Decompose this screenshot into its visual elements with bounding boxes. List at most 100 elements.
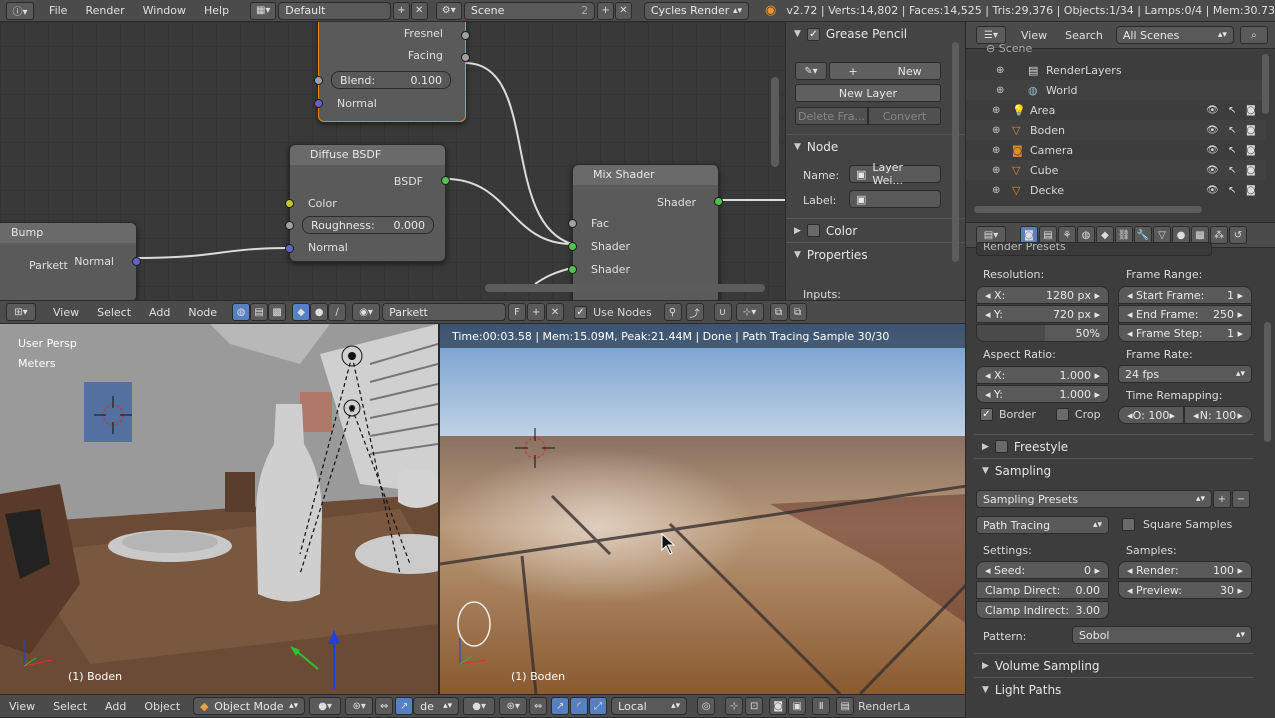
object-shader-icon[interactable]: ◆ [292, 303, 311, 321]
material-browse-icon[interactable]: ◉▾ [352, 303, 381, 321]
bump-title[interactable]: Bump [0, 223, 136, 243]
render-engine-select[interactable]: Cycles Render ▴▾ [643, 1, 750, 20]
mode-select-2[interactable]: de ▴▾ [413, 697, 460, 715]
outliner-item-name[interactable]: Camera [1030, 144, 1073, 157]
viewport-rendered[interactable]: Time:00:03.58 | Mem:15.09M, Peak:21.44M … [438, 324, 965, 694]
diffuse-bsdf-title[interactable]: Diffuse BSDF [290, 145, 445, 165]
pattern-select[interactable]: Sobol ▴▾ [1072, 626, 1252, 644]
outliner-row[interactable]: ⊕ ◙ Camera 👁 ↖ ◙ [966, 140, 1266, 160]
render-camera-icon[interactable]: ◙ [1246, 145, 1256, 156]
layer-weight-node[interactable]: Fresnel Facing Blend: 0.100 Normal [314, 22, 470, 122]
outliner-row[interactable]: ⊕ ◍ World [966, 80, 1266, 100]
expand-toggle-icon[interactable]: ⊕ [992, 105, 1000, 116]
render-presets-select[interactable]: Render Presets [976, 242, 1212, 256]
properties-scrollbar[interactable] [1264, 322, 1271, 442]
outliner-item-name[interactable]: RenderLayers [1046, 64, 1122, 77]
convert-button[interactable]: Convert [868, 107, 941, 125]
unlink-material-button[interactable]: ✕ [546, 303, 565, 321]
sampling-panel-header[interactable]: ▼ Sampling [974, 458, 1254, 482]
outliner-scene-row[interactable]: ⊖ Scene [986, 42, 1032, 58]
pivot-icon[interactable]: ⊛▾ [345, 697, 374, 715]
outliner-row[interactable]: ⊕ ▤ RenderLayers [966, 60, 1266, 80]
add-material-button[interactable]: + [527, 303, 546, 321]
linestyle-icon[interactable]: ∕ [328, 303, 347, 321]
shader-nodes-icon[interactable]: ◍ [232, 303, 251, 321]
view3d-menu-view[interactable]: View [0, 700, 44, 713]
orientation-select[interactable]: Local ▴▾ [611, 697, 688, 715]
menu-render[interactable]: Render [76, 4, 133, 17]
delete-frame-button[interactable]: Delete Fra... [795, 107, 868, 125]
seed-field[interactable]: ◂ Seed: 0 ▸ [976, 561, 1109, 579]
fac-socket[interactable] [568, 219, 577, 228]
editor-type-icon[interactable]: ⊞▾ [6, 303, 36, 321]
node-label-field[interactable]: ▣ [849, 190, 941, 208]
add-layout-button[interactable]: + [392, 1, 410, 20]
select-arrow-icon[interactable]: ↖ [1228, 125, 1236, 136]
freestyle-checkbox[interactable] [994, 440, 1008, 453]
clamp-direct-field[interactable]: Clamp Direct: 0.00 [976, 581, 1109, 599]
info-icon[interactable]: ⓘ▾ [6, 1, 35, 20]
expand-toggle-icon[interactable]: ⊕ [992, 165, 1000, 176]
light-paths-panel-header[interactable]: ▼ Light Paths [974, 677, 1254, 701]
viewport-solid[interactable]: User Persp Meters (1) Boden [0, 324, 438, 694]
node-vscrollbar[interactable] [771, 77, 779, 167]
render-layer-icon[interactable]: ▤ [836, 697, 855, 715]
select-arrow-icon[interactable]: ↖ [1228, 185, 1236, 196]
menu-file[interactable]: File [40, 4, 76, 17]
visibility-eye-icon[interactable]: 👁 [1206, 165, 1219, 176]
rotate-manip-icon[interactable]: ◜ [570, 697, 589, 715]
node-menu-select[interactable]: Select [88, 306, 140, 319]
outliner-vscrollbar[interactable] [1262, 54, 1269, 114]
select-arrow-icon[interactable]: ↖ [1228, 145, 1236, 156]
grease-pencil-checkbox[interactable]: ✓ [806, 27, 820, 41]
crop-checkbox[interactable] [1055, 408, 1069, 421]
blend-socket[interactable] [314, 76, 323, 85]
particles-tab-icon[interactable]: ⁂ [1210, 226, 1228, 244]
resolution-x-field[interactable]: ◂ X: 1280 px ▸ [976, 286, 1109, 304]
roughness-socket[interactable] [285, 221, 294, 230]
roughness-field[interactable]: Roughness: 0.000 [302, 216, 434, 234]
node-menu-view[interactable]: View [44, 306, 88, 319]
snap-icon[interactable]: ∪ [713, 303, 732, 321]
manipulator-icon-2[interactable]: ⇔ [529, 697, 548, 715]
bump-normal-socket[interactable] [132, 257, 141, 266]
sidebar-scrollbar[interactable] [952, 42, 959, 262]
shading-icon[interactable]: ●▾ [309, 697, 342, 715]
expand-toggle-icon[interactable]: ⊕ [996, 65, 1004, 76]
node-menu-node[interactable]: Node [179, 306, 226, 319]
expand-toggle-icon[interactable]: ⊕ [992, 145, 1000, 156]
frame-step-field[interactable]: ◂ Frame Step: 1 ▸ [1118, 324, 1252, 342]
expand-toggle-icon[interactable]: ⊕ [996, 85, 1004, 96]
outliner-search-icon[interactable]: ⌕ [1239, 26, 1268, 44]
node-editor[interactable]: Fresnel Facing Blend: 0.100 Normal Diffu… [0, 22, 785, 300]
bump-node[interactable]: Bump Normal Parkett [0, 222, 141, 300]
integrator-select[interactable]: Path Tracing ▴▾ [976, 516, 1109, 534]
shader-a-socket[interactable] [568, 242, 577, 251]
fake-user-button[interactable]: F [508, 303, 527, 321]
pin-icon[interactable]: ⚲ [663, 303, 682, 321]
remove-layout-button[interactable]: ✕ [410, 1, 428, 20]
select-arrow-icon[interactable]: ↖ [1228, 105, 1236, 116]
view3d-menu-add[interactable]: Add [96, 700, 135, 713]
render-image-icon[interactable]: ◙ [769, 697, 788, 715]
snap-target-icon[interactable]: ⊡ [745, 697, 764, 715]
node-section-header[interactable]: ▼ Node [786, 134, 965, 158]
remap-new-field[interactable]: ◂ N: 100 ▸ [1184, 406, 1252, 424]
resolution-y-field[interactable]: ◂ Y: 720 px ▸ [976, 305, 1109, 323]
pause-icon[interactable]: Ⅱ [812, 697, 831, 715]
outliner-row[interactable]: ⊕ 💡 Area 👁 ↖ ◙ [966, 100, 1266, 120]
mix-shader-node[interactable]: Mix Shader Shader Fac Shader Shader [568, 164, 723, 300]
bsdf-socket[interactable] [441, 176, 450, 185]
grease-pencil-header[interactable]: ▼ ✓ Grease Pencil [786, 22, 965, 46]
render-camera-icon[interactable]: ◙ [1246, 105, 1256, 116]
pencil-icon[interactable]: ✎▾ [795, 62, 827, 80]
outliner-item-name[interactable]: Cube [1030, 164, 1058, 177]
color-checkbox[interactable] [806, 224, 820, 237]
visibility-eye-icon[interactable]: 👁 [1206, 125, 1219, 136]
menu-help[interactable]: Help [195, 4, 238, 17]
visibility-eye-icon[interactable]: 👁 [1206, 185, 1219, 196]
scene-field[interactable]: Scene 2 [463, 1, 596, 20]
use-nodes-checkbox[interactable]: ✓ [574, 305, 588, 319]
aspect-x-field[interactable]: ◂ X: 1.000 ▸ [976, 366, 1109, 384]
render-camera-icon[interactable]: ◙ [1246, 185, 1256, 196]
